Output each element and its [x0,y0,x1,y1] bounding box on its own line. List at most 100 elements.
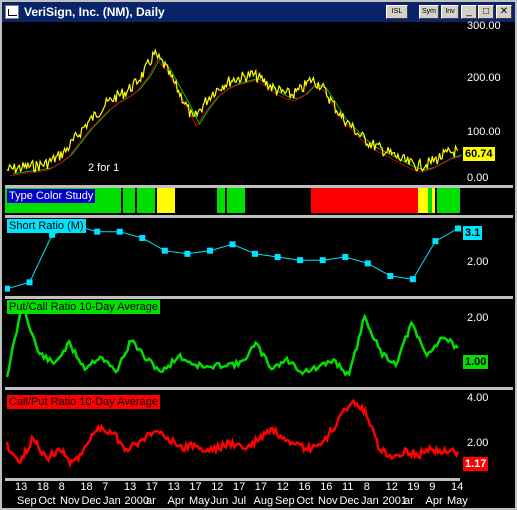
x-axis-day-label: 14 [451,481,464,493]
price-pane [6,48,462,177]
x-axis-day-label: 13 [15,481,28,493]
x-axis-day-label: 17 [145,481,159,493]
maximize-button[interactable]: □ [478,5,494,19]
price-axis-tick: 200.00 [467,72,501,84]
put-call-pane [5,302,459,378]
short-ratio-point [116,228,123,235]
study-color-segment [432,188,435,213]
x-axis-month-label: Oct [296,495,314,507]
short-ratio-point [229,241,236,248]
study-color-segment [437,188,460,213]
study-color-segment [123,188,135,213]
short-ratio-point [5,285,10,292]
x-axis-day-label: 13 [167,481,180,493]
x-axis-month-label: Jan [361,495,379,507]
x-axis-month-label: Jul [232,495,247,507]
x-axis-month-label: May [189,495,210,507]
call-put-label: Call/Put Ratio 10-Day Average [7,395,160,409]
call-put-axis-tick: 4.00 [467,392,489,404]
short-ratio-point [274,254,281,260]
call-put-pane [5,398,460,469]
x-axis-month-label: ar [404,495,414,507]
chart-app-icon[interactable] [5,5,19,19]
isl-button[interactable]: ISL [386,5,408,19]
put-call-line [5,302,459,378]
short-ratio-point [387,273,394,279]
study-color-segment [311,188,418,213]
type-color-study-label: Type Color Study [7,189,96,203]
study-color-segment [137,188,155,213]
study-color-segment [217,188,225,213]
x-axis-day-label: 17 [189,481,202,493]
x-axis-month-label: Nov [60,495,80,507]
minimize-button[interactable]: _ [461,5,477,19]
short-ratio-point [432,238,439,245]
x-axis-day-label: 16 [320,481,333,493]
short-ratio-point [161,247,168,254]
x-axis-month-label: Dec [81,495,102,507]
x-axis-month-label: Sep [275,495,295,507]
price-ma-red-line [9,59,462,177]
chart-plot-area[interactable] [5,23,462,478]
x-axis-day-label: 13 [124,481,137,493]
x-axis-day-label: 17 [233,481,246,493]
short-ratio-line [6,224,459,290]
x-axis-month-label: Apr [167,495,185,507]
put-call-label: Put/Call Ratio 10-Day Average [7,300,160,314]
short-ratio-point [26,279,33,286]
x-axis-day-label: 17 [254,481,268,493]
price-axis-tick: 300.00 [467,20,501,32]
short-ratio-point [364,260,371,267]
short-ratio-point [409,276,416,283]
short-ratio-point [94,228,101,235]
x-axis-month-label: May [447,495,468,507]
pane-divider[interactable] [5,185,513,188]
study-color-segment [227,188,245,213]
short-ratio-last-value: 3.1 [463,226,483,240]
sym-button[interactable]: Sym [419,5,439,19]
x-axis-day-label: 9 [429,481,436,493]
short-ratio-point [297,257,304,264]
pane-divider[interactable] [5,387,513,390]
x-axis-day-label: 8 [58,481,65,493]
x-axis-day-label: 12 [385,481,398,493]
put-call-last-value: 1.00 [463,355,489,369]
x-axis-day-label: 7 [102,481,109,493]
study-color-segment [418,188,428,213]
short-ratio-point [319,257,326,264]
chart-window: VeriSign, Inc. (NM), Daily ISL Sym Inv _… [0,0,517,510]
split-annotation: 2 for 1 [88,162,120,174]
pane-divider[interactable] [5,296,513,299]
short-ratio-point [206,247,213,254]
short-ratio-axis-tick: 2.00 [467,256,489,268]
x-axis-day-label: 16 [298,481,311,493]
x-axis-day-label: 12 [276,481,289,493]
x-axis-month-label: Dec [339,495,360,507]
short-ratio-point [139,235,146,241]
x-axis-day-label: 19 [407,481,420,493]
call-put-axis-tick: 2.00 [467,437,489,449]
x-axis-month-label: Nov [318,495,338,507]
x-axis-month-label: Jan [103,495,121,507]
x-axis-month-label: Aug [253,495,274,507]
price-axis-tick: 100.00 [467,126,501,138]
short-ratio-label: Short Ratio (M) [7,219,86,233]
x-axis-month-label: ar [146,495,156,507]
short-ratio-point [342,254,349,260]
x-axis-day-label: 18 [36,481,50,493]
call-put-last-value: 1.17 [463,457,489,471]
x-axis-day-label: 8 [363,481,370,493]
pane-divider[interactable] [5,215,513,218]
price-ma-green-line [12,57,462,175]
short-ratio-point [252,250,259,257]
close-button[interactable]: ✕ [496,5,512,19]
inv-button[interactable]: Inv [441,5,459,19]
title-bar[interactable]: VeriSign, Inc. (NM), Daily ISL Sym Inv _… [2,2,515,22]
x-axis-month-label: Oct [38,495,56,507]
put-call-axis-tick: 2.00 [467,312,489,324]
x-axis-day-label: 18 [80,481,93,493]
x-axis-month-label: Sep [17,495,37,507]
price-axis-tick: 0.00 [467,172,489,184]
x-axis-day-label: 12 [211,481,224,493]
x-axis-month-label: Jun [210,495,229,507]
